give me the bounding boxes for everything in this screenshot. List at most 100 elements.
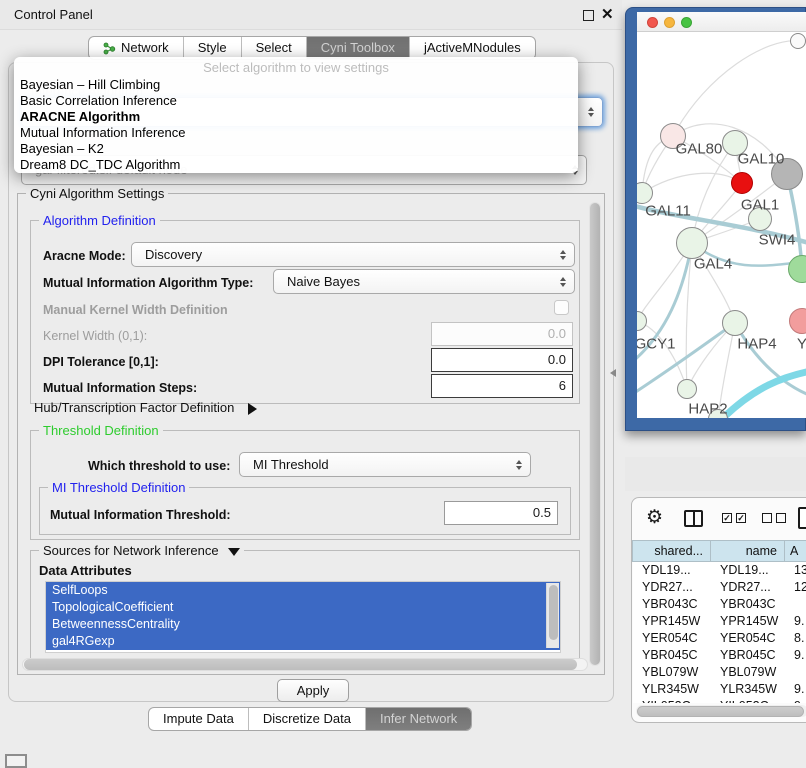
sources-group: Sources for Network Inference Data Attri… (30, 550, 580, 660)
tab-infer-network[interactable]: Infer Network (365, 708, 471, 730)
table-row[interactable]: YBR043CYBR043C (633, 596, 806, 613)
network-node-gal4[interactable] (676, 227, 708, 259)
table-row[interactable]: YER054CYER054C8. (633, 630, 806, 647)
settings-vertical-scrollbar[interactable] (589, 202, 601, 666)
close-window-icon[interactable] (647, 17, 658, 28)
table-body[interactable]: YDL19...YDL19...13 YDR27...YDR27...12 YB… (633, 562, 806, 703)
gear-icon[interactable]: ⚙ (646, 506, 663, 529)
apply-button[interactable]: Apply (277, 679, 349, 702)
network-window: GAL80 GAL10 GAL1 GAL11 SWI4 GAL4 GCY1 HA… (637, 12, 806, 418)
node-label: GCY1 (637, 336, 675, 353)
close-icon[interactable]: ✕ (601, 6, 614, 24)
mi-threshold-input[interactable]: 0.5 (444, 501, 558, 525)
cyni-algorithm-settings-group: Cyni Algorithm Settings Algorithm Defini… (17, 193, 605, 675)
algorithm-definition-title: Algorithm Definition (39, 213, 160, 228)
kernel-width-label: Kernel Width (0,1): (43, 329, 147, 343)
unchecked-checkbox-icon[interactable] (762, 513, 772, 523)
menu-item[interactable]: Bayesian – Hill Climbing (14, 77, 578, 93)
column-header[interactable]: name (710, 540, 784, 562)
control-panel-titlebar: Control Panel ✕ (0, 0, 622, 30)
threshold-definition-group: Threshold Definition Which threshold to … (30, 430, 580, 540)
settings-horizontal-scrollbar[interactable] (22, 658, 588, 671)
table-row[interactable]: YBR045CYBR045C9. (633, 647, 806, 664)
split-columns-icon[interactable] (684, 510, 703, 527)
mi-threshold-group: MI Threshold Definition Mutual Informati… (39, 487, 571, 535)
float-panel-icon[interactable] (583, 10, 594, 21)
data-attributes-list[interactable]: SelfLoops TopologicalCoefficient Between… (45, 581, 561, 653)
menu-item[interactable]: Dream8 DC_TDC Algorithm (14, 157, 578, 173)
tab-jactivemnodules[interactable]: jActiveMNodules (409, 37, 535, 59)
column-header[interactable]: A (784, 540, 806, 562)
tab-network[interactable]: Network (89, 37, 183, 59)
which-threshold-combobox[interactable]: MI Threshold (239, 452, 531, 477)
mi-steps-input[interactable]: 6 (431, 374, 573, 398)
expand-right-icon (248, 403, 257, 415)
table-row[interactable]: YBL079WYBL079W (633, 664, 806, 681)
table-toolbar: ⚙ ✓ ✓ (632, 498, 806, 540)
network-node-hap2[interactable] (677, 379, 697, 399)
network-node[interactable] (790, 33, 806, 49)
kernel-width-input[interactable]: 0.0 (431, 322, 573, 346)
data-attributes-label: Data Attributes (39, 563, 132, 578)
minimize-window-icon[interactable] (664, 17, 675, 28)
unchecked-checkbox-icon[interactable] (776, 513, 786, 523)
splitpane-collapse-icon[interactable] (610, 369, 616, 377)
list-item[interactable]: SelfLoops (46, 582, 560, 599)
node-label: GAL4 (694, 256, 732, 273)
control-panel-title: Control Panel (14, 0, 93, 30)
aracne-mode-label: Aracne Mode: (43, 249, 126, 263)
list-item[interactable]: TopologicalCoefficient (46, 599, 560, 616)
threshold-definition-title: Threshold Definition (39, 423, 163, 438)
menu-item-selected[interactable]: ARACNE Algorithm (14, 109, 578, 125)
node-label: GAL11 (645, 203, 691, 220)
hub-definition-expander[interactable]: Hub/Transcription Factor Definition (34, 400, 257, 415)
zoom-window-icon[interactable] (681, 17, 692, 28)
network-window-titlebar[interactable] (637, 12, 806, 32)
menu-item[interactable]: Basic Correlation Inference (14, 93, 578, 109)
mi-steps-label: Mutual Information Steps: (43, 381, 197, 395)
list-item[interactable]: BetweennessCentrality (46, 616, 560, 633)
tab-select[interactable]: Select (241, 37, 306, 59)
algorithm-dropdown-popup: Select algorithm to view settings Bayesi… (14, 57, 578, 173)
network-icon (103, 42, 116, 55)
network-node-gal1[interactable] (731, 172, 753, 194)
popup-placeholder: Select algorithm to view settings (14, 60, 578, 77)
table-horizontal-scrollbar[interactable] (636, 705, 806, 717)
minimized-panel-chip[interactable] (5, 754, 27, 768)
mi-threshold-label: Mutual Information Threshold: (50, 508, 231, 522)
which-threshold-label: Which threshold to use: (88, 459, 230, 473)
network-view[interactable]: GAL80 GAL10 GAL1 GAL11 SWI4 GAL4 GCY1 HA… (637, 33, 806, 418)
table-header-row: shared... name A (632, 540, 806, 562)
manual-kernel-label: Manual Kernel Width Definition (43, 303, 228, 317)
table-row[interactable]: YLR345WYLR345W9. (633, 681, 806, 698)
tab-cyni-toolbox[interactable]: Cyni Toolbox (306, 37, 409, 59)
hub-definition-label: Hub/Transcription Factor Definition (34, 400, 234, 415)
table-row[interactable]: YDL19...YDL19...13 (633, 562, 806, 579)
document-icon[interactable] (798, 507, 806, 529)
node-label: SWI4 (759, 232, 796, 249)
dpi-tolerance-input[interactable]: 0.0 (431, 348, 573, 372)
table-row[interactable]: YDR27...YDR27...12 (633, 579, 806, 596)
node-label: GAL10 (738, 151, 785, 168)
tab-impute-data[interactable]: Impute Data (149, 708, 248, 730)
checked-checkbox-icon[interactable]: ✓ (736, 513, 746, 523)
settings-group-title: Cyni Algorithm Settings (26, 186, 168, 201)
manual-kernel-checkbox[interactable] (554, 300, 569, 315)
collapse-down-icon[interactable] (228, 548, 240, 556)
table-row[interactable]: YIL052CYIL052C9 (633, 698, 806, 703)
menu-item[interactable]: Mutual Information Inference (14, 125, 578, 141)
table-row[interactable]: YPR145WYPR145W9. (633, 613, 806, 630)
tab-discretize-data[interactable]: Discretize Data (248, 708, 365, 730)
list-item[interactable]: gal4RGexp (46, 633, 560, 650)
checked-checkbox-icon[interactable]: ✓ (722, 513, 732, 523)
sources-title-text: Sources for Network Inference (43, 543, 219, 558)
node-label: Y (797, 336, 806, 353)
aracne-mode-combobox[interactable]: Discovery (131, 242, 575, 267)
tab-style[interactable]: Style (183, 37, 241, 59)
node-label: HAP4 (737, 336, 776, 353)
column-header[interactable]: shared... (632, 540, 710, 562)
network-node-hap4[interactable] (722, 310, 748, 336)
menu-item[interactable]: Bayesian – K2 (14, 141, 578, 157)
attributes-scrollbar[interactable] (546, 583, 559, 648)
mi-type-combobox[interactable]: Naive Bayes (273, 269, 575, 294)
